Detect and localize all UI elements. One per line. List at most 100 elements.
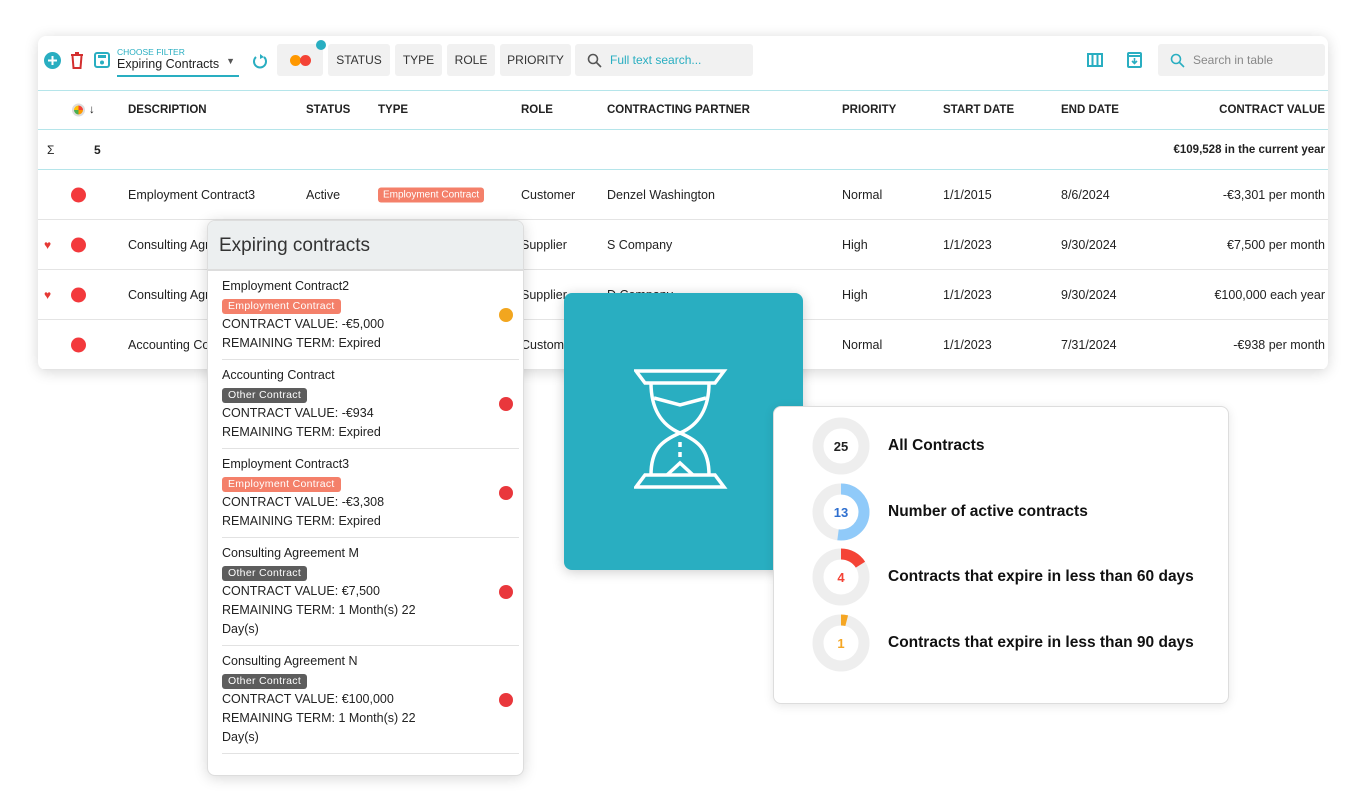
search-icon (587, 53, 602, 68)
item-name: Accounting Contract (222, 368, 335, 382)
status-dot (499, 397, 513, 411)
item-type-badge: Other Contract (222, 388, 308, 403)
cell-start: 1/1/2015 (943, 187, 992, 202)
fulltext-search[interactable]: Full text search... (575, 44, 753, 76)
col-contract-value[interactable]: CONTRACT VALUE (1219, 104, 1325, 116)
cell-partner: S Company (607, 237, 673, 252)
status-dot (71, 187, 86, 202)
stat-item[interactable]: 1 Contracts that expire in less than 90 … (812, 614, 1194, 672)
stat-value: 1 (837, 636, 844, 651)
item-type-badge: Employment Contract (222, 477, 341, 492)
expiring-item[interactable]: Employment Contract3 Employment Contract… (222, 449, 519, 538)
cell-end: 8/6/2024 (1061, 187, 1110, 202)
cell-value: -€3,301 per month (1222, 187, 1325, 202)
expiring-item[interactable]: Consulting Agreement M Other Contract CO… (222, 538, 519, 646)
columns-icon[interactable] (1087, 53, 1103, 67)
col-partner[interactable]: CONTRACTING PARTNER (607, 104, 750, 116)
save-icon[interactable] (94, 52, 110, 68)
cell-priority: Normal (842, 337, 883, 352)
cell-end: 9/30/2024 (1061, 287, 1117, 302)
cell-value: €100,000 each year (1214, 287, 1325, 302)
item-term: REMAINING TERM: 1 Month(s) 22 Day(s) (222, 603, 416, 636)
item-term: REMAINING TERM: Expired (222, 336, 381, 350)
cell-priority: Normal (842, 187, 883, 202)
col-priority[interactable]: PRIORITY (842, 104, 896, 116)
chip-status[interactable]: STATUS (328, 44, 390, 76)
search-icon (1170, 53, 1185, 68)
item-term: REMAINING TERM: Expired (222, 514, 381, 528)
cell-end: 9/30/2024 (1061, 237, 1117, 252)
fulltext-search-placeholder: Full text search... (610, 53, 702, 67)
stat-label: Contracts that expire in less than 90 da… (888, 633, 1194, 651)
panel-title: Expiring contracts (208, 221, 523, 271)
expiring-item[interactable]: Employment Contract2 Employment Contract… (222, 271, 519, 360)
col-type[interactable]: TYPE (378, 104, 408, 116)
sort-down-icon[interactable]: ↓ (89, 104, 95, 116)
hourglass-icon (634, 369, 728, 489)
cell-value: -€938 per month (1233, 337, 1325, 352)
expiring-item[interactable]: Consulting Agreement N Other Contract CO… (222, 646, 519, 754)
filter-label: CHOOSE FILTER (117, 47, 185, 57)
stat-value: 13 (834, 505, 848, 520)
stat-label: All Contracts (888, 437, 985, 454)
cell-status: Active (306, 187, 341, 202)
col-role[interactable]: ROLE (521, 104, 553, 116)
table-header: ↓ DESCRIPTION STATUS TYPE ROLE CONTRACTI… (38, 90, 1328, 130)
item-value: CONTRACT VALUE: -€5,000 (222, 317, 385, 331)
cell-partner: Denzel Washington (607, 187, 715, 202)
chip-priority[interactable]: PRIORITY (500, 44, 571, 76)
table-search[interactable]: Search in table (1158, 44, 1325, 76)
item-value: CONTRACT VALUE: -€934 (222, 406, 374, 420)
item-value: CONTRACT VALUE: €100,000 (222, 692, 394, 706)
export-icon[interactable] (1127, 51, 1142, 68)
status-color-filter[interactable] (277, 40, 326, 76)
donut-chart: 4 (812, 548, 870, 606)
stat-value: 25 (834, 439, 848, 454)
donut-chart: 1 (812, 614, 870, 671)
cell-role: Supplier (521, 287, 567, 302)
stat-value: 4 (837, 570, 845, 585)
stat-item[interactable]: 13 Number of active contracts (812, 483, 1088, 541)
add-icon[interactable] (44, 52, 61, 69)
chip-type[interactable]: TYPE (395, 44, 442, 76)
item-value: CONTRACT VALUE: €7,500 (222, 584, 380, 598)
chevron-down-icon: ▼ (226, 56, 235, 66)
item-term: REMAINING TERM: Expired (222, 425, 381, 439)
status-dot (499, 308, 513, 322)
filter-select[interactable]: CHOOSE FILTER Expiring Contracts ▼ (117, 47, 239, 77)
donut-chart: 25 (812, 417, 870, 475)
item-type-badge: Employment Contract (222, 299, 341, 314)
red-dot-icon (299, 54, 311, 66)
item-name: Consulting Agreement N (222, 654, 358, 668)
sum-total: €109,528 in the current year (1173, 143, 1326, 156)
cell-start: 1/1/2023 (943, 237, 992, 252)
chip-role[interactable]: ROLE (447, 44, 495, 76)
col-start-date[interactable]: START DATE (943, 104, 1014, 116)
heart-icon[interactable]: ♥ (44, 288, 51, 302)
sigma-icon: Σ (47, 142, 55, 157)
refresh-icon[interactable] (252, 52, 268, 70)
item-value: CONTRACT VALUE: -€3,308 (222, 495, 385, 509)
color-column-icon[interactable] (72, 103, 85, 117)
stat-item[interactable]: 25 All Contracts (812, 417, 984, 475)
item-name: Employment Contract2 (222, 279, 350, 293)
cell-start: 1/1/2023 (943, 337, 992, 352)
cell-value: €7,500 per month (1227, 237, 1325, 252)
orange-dot-icon (289, 54, 301, 66)
stat-item[interactable]: 4 Contracts that expire in less than 60 … (812, 548, 1194, 606)
filter-value: Expiring Contracts (117, 57, 220, 71)
table-row[interactable]: Employment Contract3 Active Employment Con… (38, 170, 1328, 220)
heart-icon[interactable]: ♥ (44, 238, 51, 252)
expiring-item[interactable]: Accounting Contract Other Contract CONTR… (222, 360, 519, 449)
col-description[interactable]: DESCRIPTION (128, 104, 207, 116)
status-dot (499, 486, 513, 500)
delete-icon[interactable] (70, 52, 84, 69)
cell-end: 7/31/2024 (1061, 337, 1117, 352)
cell-priority: High (842, 237, 868, 252)
item-type-badge: Other Contract (222, 566, 308, 581)
table-search-placeholder: Search in table (1193, 53, 1274, 67)
contract-stats-card: 25 All Contracts 13 Number of active con… (773, 406, 1229, 704)
col-end-date[interactable]: END DATE (1061, 104, 1119, 116)
col-status[interactable]: STATUS (306, 104, 350, 116)
toolbar: CHOOSE FILTER Expiring Contracts ▼ STATU… (38, 36, 1328, 90)
